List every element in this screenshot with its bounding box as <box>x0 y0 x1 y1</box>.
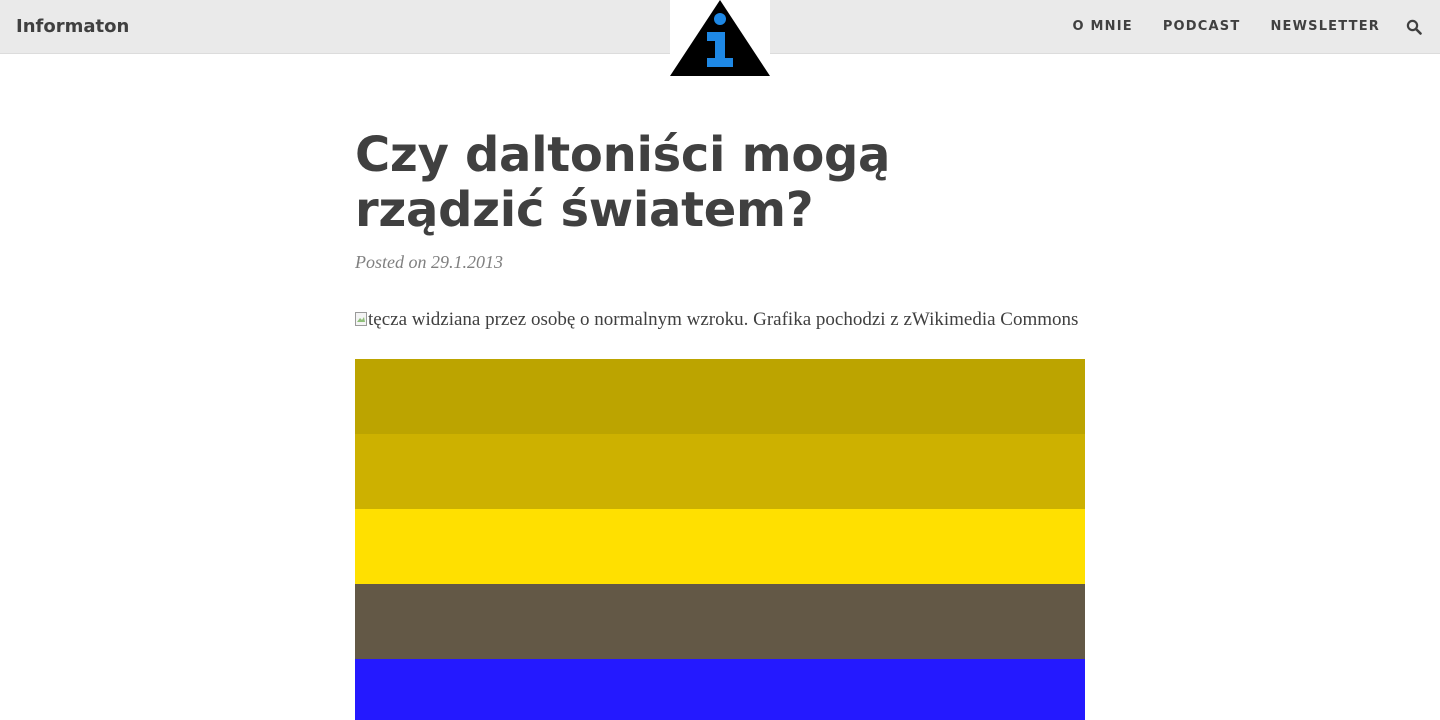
search-button[interactable] <box>1406 19 1422 35</box>
rainbow-stripe <box>355 659 1085 720</box>
rainbow-stripe <box>355 509 1085 584</box>
rainbow-image <box>355 359 1085 720</box>
site-brand-link[interactable]: Informaton <box>16 15 129 39</box>
rainbow-stripe <box>355 584 1085 659</box>
site-logo[interactable] <box>670 0 770 78</box>
top-navbar: Informaton O MNIE PODCAST NEWSLETTER <box>0 0 1440 78</box>
nav-item-newsletter[interactable]: NEWSLETTER <box>1270 19 1380 35</box>
image-alt-text: tęcza widziana przez osobę o normalnym w… <box>355 307 1085 333</box>
search-icon <box>1406 19 1422 35</box>
info-triangle-icon <box>670 0 770 76</box>
nav-item-podcast[interactable]: PODCAST <box>1163 19 1241 35</box>
rainbow-stripe <box>355 359 1085 434</box>
broken-image-icon <box>355 312 367 326</box>
article: Czy daltoniści mogą rządzić światem? Pos… <box>355 128 1085 333</box>
image-alt-label: tęcza widziana przez osobę o normalnym w… <box>368 309 1079 330</box>
post-date: Posted on 29.1.2013 <box>355 252 503 272</box>
rainbow-stripe <box>355 434 1085 509</box>
nav-item-o-mnie[interactable]: O MNIE <box>1073 19 1133 35</box>
main-nav: O MNIE PODCAST NEWSLETTER <box>1073 19 1380 35</box>
article-title: Czy daltoniści mogą rządzić światem? <box>355 127 891 238</box>
